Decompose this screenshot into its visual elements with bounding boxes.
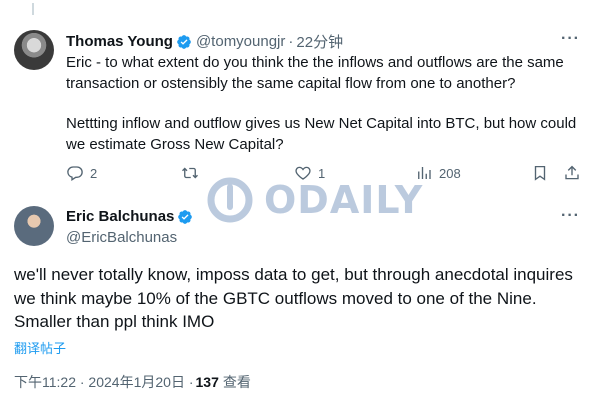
reply-button[interactable]: 2 bbox=[66, 164, 97, 182]
post-time[interactable]: 22分钟 bbox=[296, 31, 343, 52]
author-name[interactable]: Eric Balchunas bbox=[66, 208, 174, 225]
bookmark-button[interactable] bbox=[531, 164, 555, 182]
tweet1-paragraph: Eric - to what extent do you think the t… bbox=[66, 54, 564, 92]
share-button[interactable] bbox=[563, 164, 587, 182]
tweet1-text: Eric - to what extent do you think the t… bbox=[66, 53, 581, 155]
view-count: 137 bbox=[195, 374, 219, 390]
post-meta: 下午11:22 · 2024年1月20日 · 137 查看 bbox=[14, 372, 251, 392]
odaily-watermark: ODAILY bbox=[206, 176, 423, 224]
reply-icon bbox=[67, 166, 83, 182]
tweet1-header: Thomas Young @tomyoungjr · 22分钟 bbox=[66, 31, 343, 52]
avatar[interactable] bbox=[14, 206, 54, 246]
translate-post-link[interactable]: 翻译帖子 bbox=[14, 338, 66, 357]
tweet2-header: Eric Balchunas bbox=[66, 208, 193, 225]
post-timestamp[interactable]: 下午11:22 · 2024年1月20日 · bbox=[14, 372, 194, 392]
watermark-text: ODAILY bbox=[264, 178, 424, 222]
odaily-logo-icon bbox=[207, 177, 253, 223]
author-handle[interactable]: @EricBalchunas bbox=[66, 229, 177, 246]
thread-connector-line bbox=[32, 3, 34, 15]
bookmark-icon bbox=[534, 165, 546, 181]
reply-count: 2 bbox=[90, 165, 98, 181]
more-icon[interactable]: ··· bbox=[561, 207, 580, 225]
avatar[interactable] bbox=[14, 30, 54, 70]
retweet-button[interactable] bbox=[181, 164, 205, 182]
author-handle[interactable]: @tomyoungjr bbox=[196, 33, 285, 50]
verified-icon bbox=[177, 34, 191, 49]
tweet1-paragraph: Nettting inflow and outflow gives us New… bbox=[66, 115, 577, 153]
views-count: 208 bbox=[439, 165, 461, 181]
share-icon bbox=[565, 165, 579, 180]
author-name[interactable]: Thomas Young bbox=[66, 33, 173, 50]
more-icon[interactable]: ··· bbox=[561, 30, 580, 48]
tweet2-text: we'll never totally know, imposs data to… bbox=[14, 265, 573, 331]
view-label: 查看 bbox=[222, 374, 251, 390]
separator-dot: · bbox=[288, 33, 294, 50]
retweet-icon bbox=[182, 167, 198, 179]
verified-icon bbox=[178, 209, 193, 224]
